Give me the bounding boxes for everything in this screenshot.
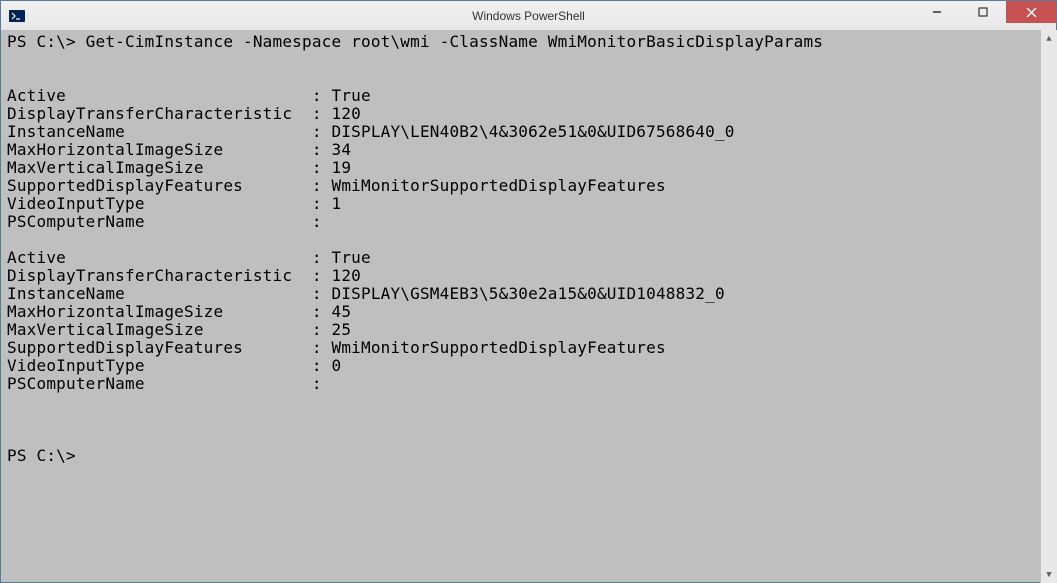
scroll-up-icon[interactable]: ▲ bbox=[1041, 30, 1057, 47]
terminal-line bbox=[7, 231, 1050, 249]
terminal-line: InstanceName : DISPLAY\LEN40B2\4&3062e51… bbox=[7, 123, 1050, 141]
maximize-button[interactable] bbox=[960, 1, 1006, 23]
terminal-line: MaxVerticalImageSize : 19 bbox=[7, 159, 1050, 177]
scroll-track[interactable] bbox=[1041, 47, 1057, 566]
terminal-line: SupportedDisplayFeatures : WmiMonitorSup… bbox=[7, 177, 1050, 195]
terminal-line bbox=[7, 69, 1050, 87]
powershell-window: Windows PowerShell PS C:\> Get-CimInstan… bbox=[0, 0, 1057, 583]
terminal-line: MaxHorizontalImageSize : 45 bbox=[7, 303, 1050, 321]
window-title: Windows PowerShell bbox=[1, 9, 1056, 23]
terminal-line: MaxHorizontalImageSize : 34 bbox=[7, 141, 1050, 159]
terminal-line: DisplayTransferCharacteristic : 120 bbox=[7, 105, 1050, 123]
close-button[interactable] bbox=[1006, 1, 1056, 23]
terminal-line: Active : True bbox=[7, 87, 1050, 105]
terminal-line: VideoInputType : 1 bbox=[7, 195, 1050, 213]
terminal-line: DisplayTransferCharacteristic : 120 bbox=[7, 267, 1050, 285]
terminal-area[interactable]: PS C:\> Get-CimInstance -Namespace root\… bbox=[1, 31, 1056, 582]
terminal-line bbox=[7, 51, 1050, 69]
terminal-line bbox=[7, 411, 1050, 429]
titlebar[interactable]: Windows PowerShell bbox=[1, 1, 1056, 31]
terminal-line: PS C:\> Get-CimInstance -Namespace root\… bbox=[7, 33, 1050, 51]
terminal-line bbox=[7, 429, 1050, 447]
terminal-line: InstanceName : DISPLAY\GSM4EB3\5&30e2a15… bbox=[7, 285, 1050, 303]
terminal-line: PS C:\> bbox=[7, 447, 1050, 465]
terminal-line: MaxVerticalImageSize : 25 bbox=[7, 321, 1050, 339]
powershell-icon bbox=[9, 8, 25, 24]
terminal-line bbox=[7, 393, 1050, 411]
terminal-line: SupportedDisplayFeatures : WmiMonitorSup… bbox=[7, 339, 1050, 357]
terminal-line: PSComputerName : bbox=[7, 213, 1050, 231]
window-controls bbox=[914, 1, 1056, 30]
terminal-line: VideoInputType : 0 bbox=[7, 357, 1050, 375]
minimize-button[interactable] bbox=[914, 1, 960, 23]
terminal-line: Active : True bbox=[7, 249, 1050, 267]
terminal-line: PSComputerName : bbox=[7, 375, 1050, 393]
scroll-down-icon[interactable]: ▼ bbox=[1041, 566, 1057, 583]
scrollbar[interactable]: ▲ ▼ bbox=[1040, 30, 1057, 583]
